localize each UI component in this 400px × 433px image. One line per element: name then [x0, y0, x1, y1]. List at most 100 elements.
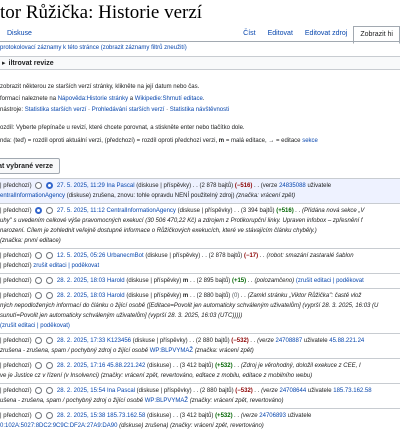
diff-links[interactable]: | předchozí) [0, 363, 32, 369]
radio-old[interactable] [35, 386, 43, 394]
summary: ných nepodložených informací do článku o… [0, 303, 379, 309]
diff-links[interactable]: | předchozí) [0, 208, 32, 214]
rev-link[interactable]: 24835088 [279, 183, 306, 189]
radio-new[interactable] [46, 251, 54, 259]
undo-link[interactable]: zrušit editaci | poděkovat [33, 263, 99, 269]
radio-new[interactable] [46, 361, 54, 369]
history-row: | předchozí) 12. 5. 2025, 05:26 Urbanecm… [0, 248, 400, 273]
diff-links[interactable]: | předchozí) [0, 263, 32, 269]
user-tools[interactable]: (diskuse) [147, 413, 171, 419]
user-tools[interactable]: (diskuse | příspěvky) [145, 253, 200, 259]
edit-summary-link[interactable]: Wikipedie:Shrnutí editace [135, 96, 203, 102]
revision-date[interactable]: 28. 2. 2025, 17:16 [57, 363, 105, 369]
user-tools[interactable]: (diskuse | příspěvky) [126, 293, 181, 299]
user-link[interactable]: entralInformationAgency [0, 193, 65, 199]
rev-link[interactable]: 24708887 [276, 338, 303, 344]
revision-date[interactable]: 28. 2. 2025, 15:54 [57, 388, 105, 394]
tool-link-search[interactable]: Prohledávání starších verzí [92, 107, 165, 113]
summary: . . (verze [254, 183, 278, 189]
radio-old[interactable] [35, 411, 43, 419]
radio-old[interactable] [35, 181, 43, 189]
radio-new[interactable] [46, 206, 54, 214]
delta: (+15) [231, 278, 247, 284]
expand-arrow-icon: ▸ [2, 60, 6, 67]
legend-text: nda: (teď) = rozdíl oproti aktuální verz… [0, 138, 218, 144]
diff-links[interactable]: | předchozí) [0, 413, 32, 419]
radio-new[interactable] [46, 336, 54, 344]
diff-links[interactable]: | předchozí) [0, 338, 32, 344]
user-link[interactable]: Ina Pascal [107, 388, 135, 394]
summary: . . (verze [234, 413, 258, 419]
user-link[interactable]: 185.73.162.58 [333, 388, 371, 394]
revision-date[interactable]: 28. 2. 2025, 17:33 [57, 338, 105, 344]
user-tools[interactable]: (diskuse | příspěvky) [137, 388, 192, 394]
radio-new[interactable] [46, 386, 54, 394]
revision-date[interactable]: 28. 2. 2025, 18:03 [57, 293, 105, 299]
filter-heading: iltrovat revize [8, 60, 54, 67]
radio-old[interactable] [35, 361, 43, 369]
user-tools[interactable]: (diskuse) [147, 363, 171, 369]
user-link[interactable]: Ina Pascal [107, 183, 135, 189]
user-tools[interactable]: (diskuse | příspěvky) [136, 183, 191, 189]
info-line-3: nástroje: Statistika starších verzí · Pr… [0, 107, 230, 113]
radio-old[interactable] [35, 251, 43, 259]
summary: uhy" s uvedením celkové výše pravomocnýc… [0, 218, 363, 224]
radio-old[interactable] [35, 206, 43, 214]
user-link[interactable]: CentralInformationAgency [107, 208, 176, 214]
tool-link-views[interactable]: Statistika návštěvnosti [170, 107, 229, 113]
user-link[interactable]: Harold [107, 278, 125, 284]
user-link[interactable]: K123456 [107, 338, 131, 344]
user-link[interactable]: UrbanecmBot [107, 253, 144, 259]
diff-links[interactable]: | předchozí) [0, 183, 32, 189]
tool-link-stats[interactable]: Statistika starších verzí [25, 107, 87, 113]
radio-new[interactable] [46, 291, 54, 299]
minor-flag: m [218, 138, 225, 144]
abuse-log-link[interactable]: (zobrazit záznamy filtrů zneužití) [101, 45, 187, 51]
revision-date[interactable]: 27. 5. 2025, 11:12 [57, 208, 105, 214]
diff-links[interactable]: | předchozí) [0, 278, 32, 284]
radio-old[interactable] [35, 291, 43, 299]
diff-links[interactable]: | předchozí) [0, 388, 32, 394]
summary: uživatele [303, 338, 328, 344]
user-link[interactable]: Harold [107, 293, 125, 299]
help-link[interactable]: Nápověda:Historie stránky [58, 96, 128, 102]
policy-link[interactable]: WP:BLPVYMAŽ [150, 348, 193, 354]
user-tools[interactable]: (diskuse | příspěvky) [133, 338, 188, 344]
radio-old[interactable] [35, 276, 43, 284]
filter-revisions-toggle[interactable]: ▸ iltrovat revize [0, 56, 400, 70]
undo-link[interactable]: (zrušit editaci | poděkovat [296, 278, 364, 284]
size: . . (2 878 bajtů) [192, 183, 234, 189]
section-link[interactable]: sekce [302, 138, 318, 144]
log-link[interactable]: protokolovací záznamy k této stránce [0, 45, 99, 51]
user-tools[interactable]: (diskuse | příspěvky) [126, 278, 181, 284]
diff-links[interactable]: | předchozí) [0, 293, 32, 299]
revision-date[interactable]: 28. 2. 2025, 18:03 [57, 278, 105, 284]
summary: uživatele [307, 388, 332, 394]
delta: (0) [231, 293, 240, 299]
revision-date[interactable]: 27. 5. 2025, 11:29 [57, 183, 105, 189]
user-tools[interactable]: (diskuse | příspěvky) [178, 208, 233, 214]
revision-date[interactable]: 12. 5. 2025, 05:26 [57, 253, 105, 259]
tab-discussion[interactable]: Diskuse [7, 30, 32, 37]
summary: uživatele [307, 183, 332, 189]
user-link[interactable]: 0:102A:5027:8DC2:9C9C:DF2A:27A9:DA90 [0, 423, 117, 429]
tag: (značka: první editace) [0, 238, 61, 244]
user-link[interactable]: 45.88.221.242 [107, 363, 145, 369]
tag: (značky: vrácení zpět, revertováno, edit… [100, 373, 313, 379]
undo-link[interactable]: (zrušit editaci | poděkovat) [0, 321, 400, 331]
compare-revisions-button[interactable]: nat vybrané verze [0, 158, 60, 174]
rev-link[interactable]: 24708644 [280, 388, 307, 394]
diff-links[interactable]: | předchozí) [0, 253, 32, 259]
user-link[interactable]: 185.73.162.58 [107, 413, 145, 419]
history-row: | předchozí) 27. 5. 2025, 11:29 Ina Pasc… [0, 178, 400, 203]
revision-date[interactable]: 28. 2. 2025, 15:38 [57, 413, 105, 419]
rev-link[interactable]: 24706893 [259, 413, 286, 419]
radio-new[interactable] [46, 276, 54, 284]
minor-flag: m [182, 278, 189, 284]
radio-new[interactable] [46, 411, 54, 419]
policy-link[interactable]: WP:BLPVYMAŽ [145, 398, 188, 404]
radio-old[interactable] [35, 336, 43, 344]
legend-text: = malá editace, → = editace [225, 138, 301, 144]
user-link[interactable]: 45.88.221.24 [329, 338, 364, 344]
radio-new[interactable] [46, 181, 54, 189]
